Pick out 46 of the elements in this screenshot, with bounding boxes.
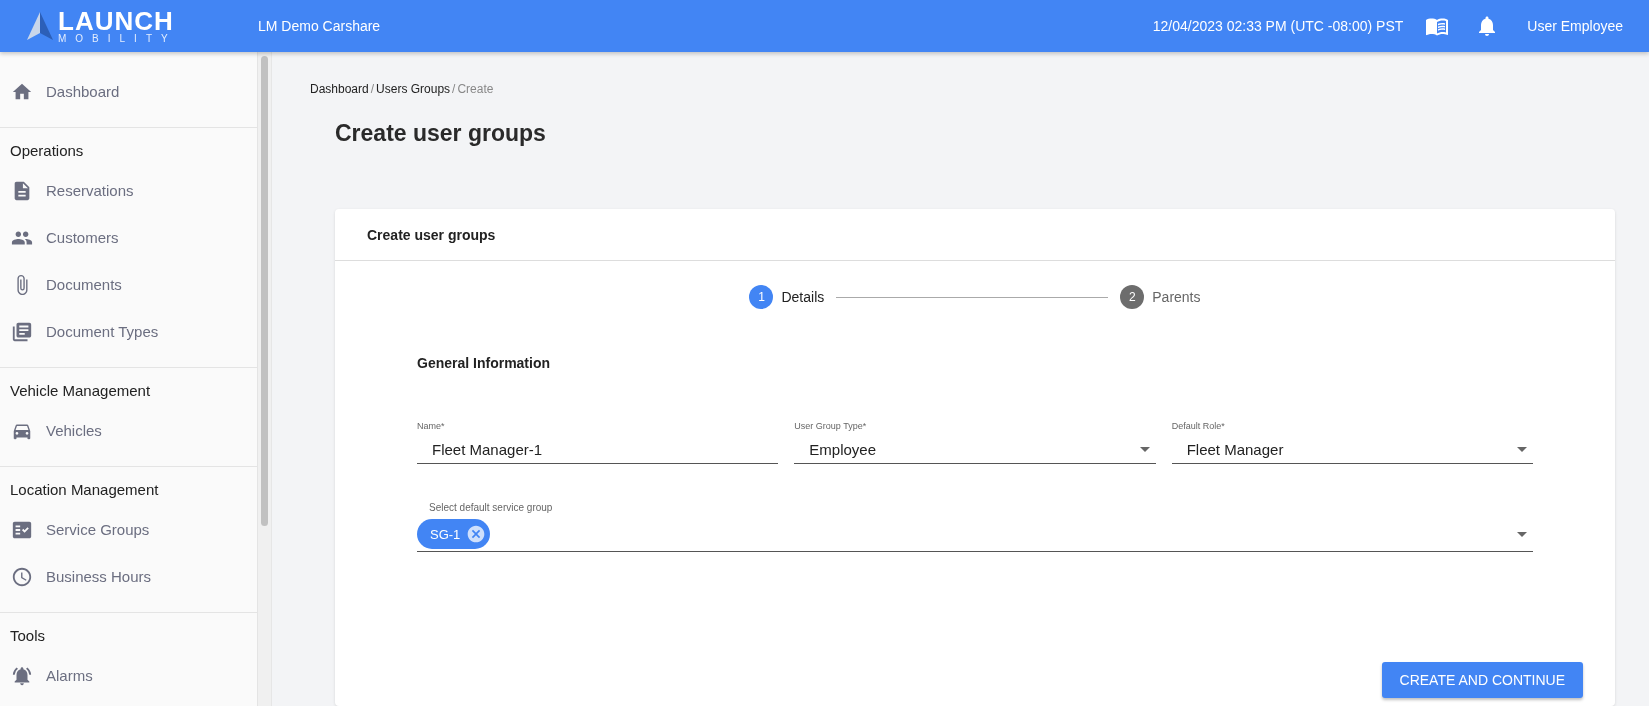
select-field[interactable]: User Group Type* Employee: [794, 421, 1156, 464]
app-name: LM Demo Carshare: [258, 18, 382, 34]
sidebar-section-title: Vehicle Management: [9, 381, 152, 401]
clock-icon: [11, 565, 33, 588]
chip[interactable]: SG-1: [417, 519, 491, 549]
sidebar-item[interactable]: Document Types: [0, 308, 257, 355]
step-number: 2: [1120, 285, 1145, 309]
date-time: 12/04/2023 02:33 PM (UTC -08:00) PST: [1152, 18, 1404, 34]
logo-icon: [26, 11, 54, 41]
breadcrumb-link[interactable]: Dashboard: [310, 82, 369, 96]
select-field[interactable]: Default Role* Fleet Manager: [1171, 421, 1533, 464]
sidebar-item[interactable]: Alarms: [0, 652, 257, 699]
breadcrumb-separator: /: [370, 82, 375, 96]
step-number: 1: [749, 285, 774, 309]
breadcrumb-separator: /: [452, 82, 456, 96]
card-title: Create user groups: [335, 209, 1615, 261]
sidebar-section-title: Tools: [9, 626, 47, 646]
scrollbar[interactable]: [257, 52, 271, 706]
alarm-bell-icon: [11, 664, 33, 687]
breadcrumb-link[interactable]: Users Groups: [376, 82, 451, 96]
input-field[interactable]: Name* Fleet Manager-1: [417, 421, 779, 464]
sidebar-section-title: Operations: [9, 141, 85, 161]
document-stack-icon: [11, 320, 33, 343]
page-title: Create user groups: [335, 120, 547, 147]
sidebar-item[interactable]: Customers: [0, 214, 257, 261]
user-menu[interactable]: User Employee: [1527, 18, 1623, 34]
sidebar-item[interactable]: Business Hours: [0, 553, 257, 600]
step-label: Details: [781, 289, 825, 305]
sidebar-item[interactable]: Dashboard: [0, 68, 257, 115]
sidebar-item[interactable]: Reservations: [0, 167, 257, 214]
sidebar-item[interactable]: Documents: [0, 261, 257, 308]
breadcrumb-link[interactable]: Create: [457, 82, 494, 96]
step-label: Parents: [1152, 289, 1201, 305]
dropdown-caret-icon: [1517, 446, 1527, 452]
dropdown-caret-icon: [1517, 531, 1527, 537]
sidebar-item[interactable]: Service Groups: [0, 506, 257, 553]
logo-wordmark: LAUNCH: [58, 8, 175, 34]
logo-subtitle: MOBILITY: [58, 34, 177, 44]
scrollbar-thumb[interactable]: [261, 56, 268, 526]
section-title: General Information: [417, 355, 552, 371]
dropdown-caret-icon: [1139, 446, 1150, 452]
sidebar-item[interactable]: Vehicles: [0, 407, 257, 454]
sidebar-section-title: Location Management: [9, 480, 160, 500]
remove-icon[interactable]: [466, 524, 487, 544]
create-and-continue-button[interactable]: CREATE AND CONTINUE: [1381, 662, 1583, 698]
multi-select-field[interactable]: Select default service group SG-1: [417, 502, 1533, 552]
